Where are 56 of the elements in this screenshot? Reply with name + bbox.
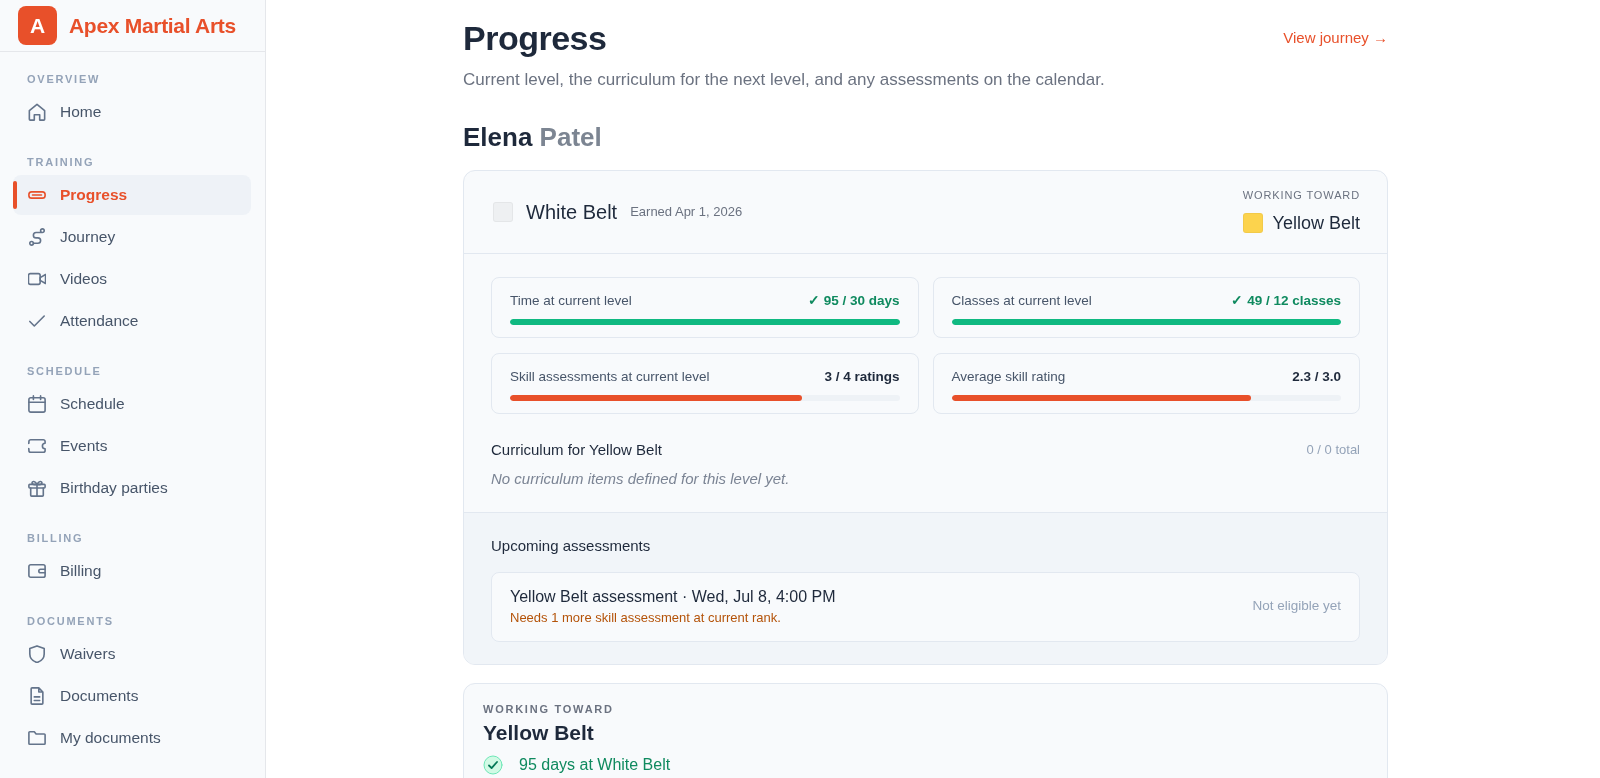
page-subtitle: Current level, the curriculum for the next level, and any assessments on the calendar. <box>463 69 1105 91</box>
checklist-item: 95 days at White Belt <box>519 755 671 775</box>
next-belt-name: Yellow Belt <box>1272 212 1360 235</box>
video-camera-icon <box>28 270 46 288</box>
earned-date: Earned Apr 1, 2026 <box>630 202 743 221</box>
requirement-label: Skill assessments at current level <box>510 368 710 386</box>
assessment-title: Yellow Belt assessment · Wed, Jul 8, 4:00 PM <box>510 587 836 607</box>
gift-icon <box>28 479 46 497</box>
sidebar-item[interactable]: Videos <box>13 259 251 299</box>
sidebar-item[interactable]: Waivers <box>13 634 251 674</box>
current-belt-name: White Belt <box>526 199 618 225</box>
student-last-name: Patel <box>539 122 602 152</box>
sidebar-item[interactable]: Home <box>13 92 251 132</box>
check-icon <box>28 312 46 330</box>
requirement-label: Average skill rating <box>951 368 1066 386</box>
requirement-reading: 2.3 / 3.0 <box>1292 368 1341 386</box>
requirement-label: Classes at current level <box>951 292 1092 310</box>
shield-icon <box>28 645 46 663</box>
curriculum-empty-note: No curriculum items defined for this level yet. <box>491 469 790 489</box>
upcoming-title: Upcoming assessments <box>491 536 651 556</box>
ticket-icon <box>28 437 46 455</box>
curriculum-title: Curriculum for Yellow Belt <box>491 440 662 460</box>
working-toward-label: WORKING TOWARD <box>483 702 614 716</box>
requirement-label: Time at current level <box>510 292 632 310</box>
route-icon <box>28 228 46 246</box>
sidebar-item[interactable]: Schedule <box>13 384 251 424</box>
calendar-icon <box>28 395 46 413</box>
section-label: TRAINING <box>27 155 95 169</box>
folder-icon <box>28 729 46 747</box>
document-icon <box>28 687 46 705</box>
curriculum-count: 0 / 0 total <box>1306 441 1360 459</box>
sidebar-item[interactable]: Billing <box>13 551 251 591</box>
sidebar-item[interactable]: Events <box>13 426 251 466</box>
requirement-reading: ✓ 95 / 30 days <box>807 292 900 310</box>
goal-belt-name: Yellow Belt <box>483 720 594 746</box>
brand-name: Apex Martial Arts <box>69 12 236 39</box>
sidebar-item[interactable]: My documents <box>13 718 251 758</box>
working-toward-label: WORKING TOWARD <box>1242 188 1360 202</box>
view-journey-link[interactable]: View journey → <box>1283 26 1388 50</box>
sidebar-item[interactable]: Attendance <box>13 301 251 341</box>
section-label: BILLING <box>27 531 84 545</box>
wallet-icon <box>28 562 46 580</box>
section-label: SCHEDULE <box>27 364 102 378</box>
student-first-name: Elena <box>463 122 533 152</box>
sidebar-item[interactable]: Birthday parties <box>13 468 251 508</box>
sidebar-item[interactable]: Documents <box>13 676 251 716</box>
sidebar-item[interactable]: Journey <box>13 217 251 257</box>
page-title: Progress <box>463 18 607 58</box>
brand-logo: A <box>18 6 57 45</box>
assessment-note: Needs 1 more skill assessment at current rank. <box>510 609 782 627</box>
home-icon <box>28 103 46 121</box>
eligibility-status: Not eligible yet <box>1252 597 1341 616</box>
section-label: DOCUMENTS <box>27 614 114 628</box>
requirement-reading: 3 / 4 ratings <box>824 368 900 386</box>
section-label: OVERVIEW <box>27 72 101 86</box>
requirement-reading: ✓ 49 / 12 classes <box>1231 292 1341 310</box>
